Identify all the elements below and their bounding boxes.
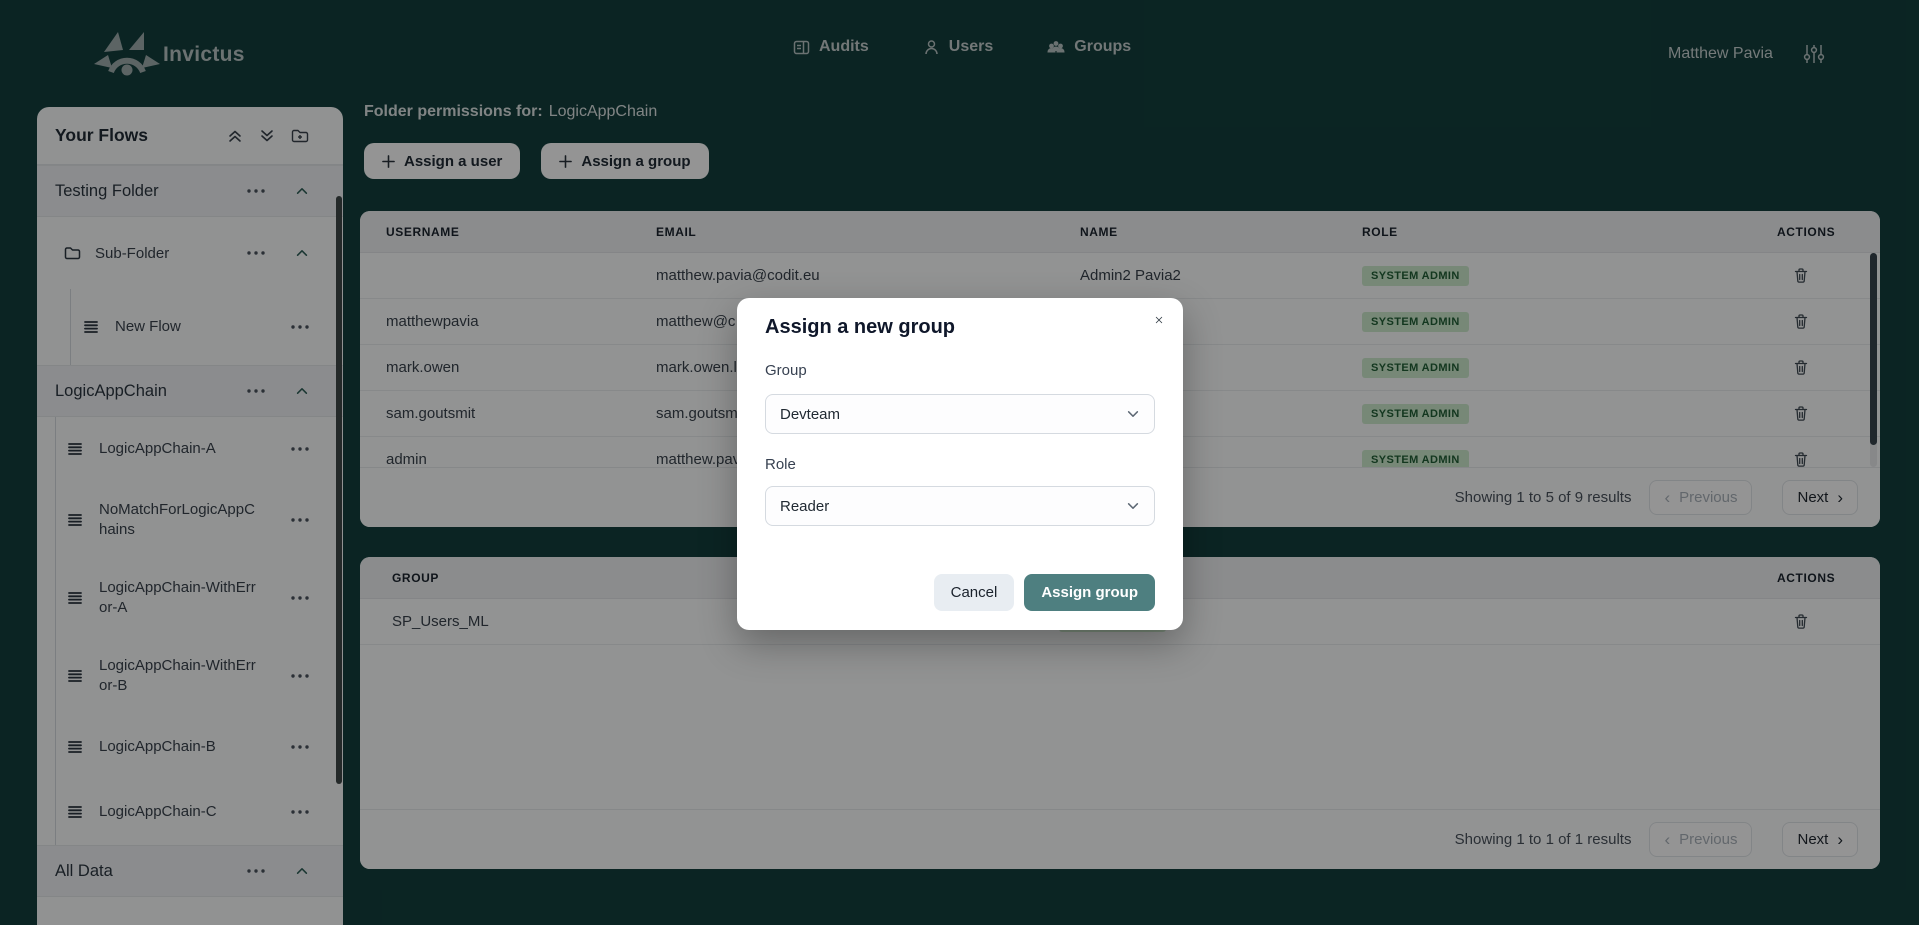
role-select[interactable]: Reader	[765, 486, 1155, 526]
close-icon[interactable]	[1151, 312, 1167, 328]
group-select[interactable]: Devteam	[765, 394, 1155, 434]
group-field-label: Group	[765, 362, 807, 379]
chevron-down-icon	[1126, 499, 1140, 513]
assign-group-modal: Assign a new group Group Devteam Role Re…	[737, 298, 1183, 630]
assign-group-submit-button[interactable]: Assign group	[1024, 574, 1155, 611]
role-select-value: Reader	[780, 498, 829, 515]
group-select-value: Devteam	[780, 406, 840, 423]
app-window: Invictus Audits Users Groups	[0, 0, 1919, 925]
modal-actions: Cancel Assign group	[934, 574, 1155, 611]
chevron-down-icon	[1126, 407, 1140, 421]
role-field-label: Role	[765, 456, 796, 473]
cancel-button[interactable]: Cancel	[934, 574, 1015, 611]
modal-title: Assign a new group	[765, 316, 955, 339]
